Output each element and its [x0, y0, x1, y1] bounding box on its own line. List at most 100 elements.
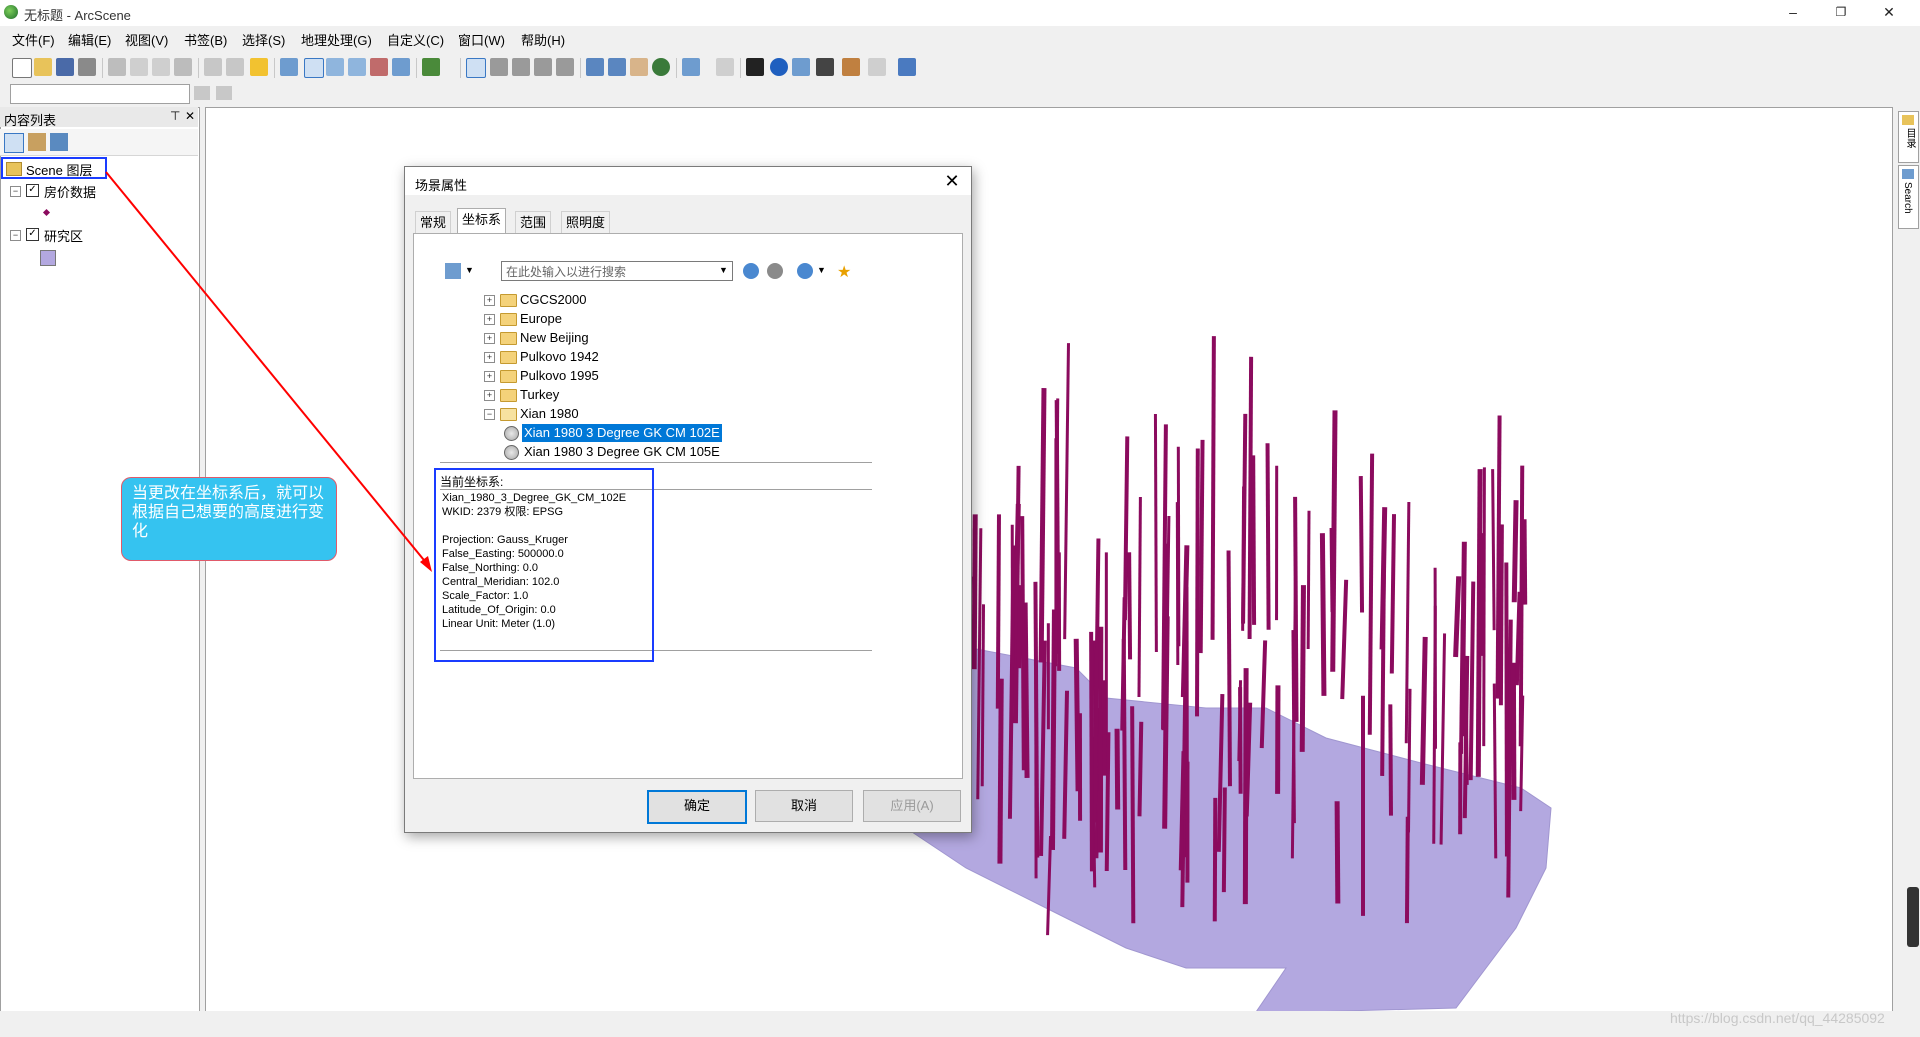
- layer-icon[interactable]: [326, 58, 344, 76]
- menu-view[interactable]: 视图(V): [125, 30, 168, 49]
- layer-checkbox[interactable]: ✓: [26, 184, 39, 197]
- close-button[interactable]: ✕: [1866, 0, 1912, 26]
- find-icon[interactable]: [816, 58, 834, 76]
- open-folder-icon[interactable]: [34, 58, 52, 76]
- toolbox-icon[interactable]: [370, 58, 388, 76]
- layer-collapse-icon[interactable]: −: [10, 186, 21, 197]
- print-icon[interactable]: [78, 58, 96, 76]
- tree-node-label[interactable]: Pulkovo 1942: [520, 348, 599, 366]
- cut-icon[interactable]: [108, 58, 126, 76]
- expand-icon[interactable]: +: [484, 314, 495, 325]
- layer-name[interactable]: 研究区: [44, 226, 83, 245]
- full-extent-icon[interactable]: [652, 58, 670, 76]
- tree-node-label[interactable]: Turkey: [520, 386, 559, 404]
- menu-geoprocessing[interactable]: 地理处理(G): [301, 30, 372, 49]
- tab-general[interactable]: 常规: [415, 211, 452, 234]
- expand-icon[interactable]: +: [484, 371, 495, 382]
- tab-extent[interactable]: 范围: [515, 211, 552, 234]
- menu-help[interactable]: 帮助(H): [521, 30, 565, 49]
- tree-node-label[interactable]: Pulkovo 1995: [520, 367, 599, 385]
- globe-icon[interactable]: [797, 263, 813, 279]
- tree-node-label[interactable]: Xian 1980 3 Degree GK CM 105E: [524, 443, 720, 461]
- select-elements-icon[interactable]: [746, 58, 764, 76]
- menu-customize[interactable]: 自定义(C): [387, 30, 444, 49]
- delete-icon[interactable]: [174, 58, 192, 76]
- animation-icon[interactable]: [868, 58, 886, 76]
- pin-icon[interactable]: ⊤: [170, 109, 180, 123]
- ok-button[interactable]: 确定: [647, 790, 747, 824]
- search-tab[interactable]: Search: [1898, 165, 1919, 229]
- restore-button[interactable]: ❐: [1818, 0, 1864, 26]
- favorite-icon[interactable]: ★: [837, 262, 851, 282]
- polygon-symbol-icon[interactable]: [40, 250, 56, 266]
- search-input[interactable]: 在此处输入以进行搜索: [501, 261, 733, 281]
- tree-node-label[interactable]: New Beijing: [520, 329, 589, 347]
- measure-icon[interactable]: [842, 58, 860, 76]
- zoom-to-target-icon[interactable]: [534, 58, 552, 76]
- toc-close-icon[interactable]: ✕: [185, 109, 195, 123]
- list-by-source-icon[interactable]: [28, 133, 46, 151]
- filter-dropdown-icon[interactable]: ▼: [465, 265, 474, 275]
- save-icon[interactable]: [56, 58, 74, 76]
- layer-collapse-icon[interactable]: −: [10, 230, 21, 241]
- collapse-icon[interactable]: −: [484, 409, 495, 420]
- tree-node-label[interactable]: Europe: [520, 310, 562, 328]
- expand-icon[interactable]: +: [484, 352, 495, 363]
- search-icon[interactable]: [743, 263, 759, 279]
- expand-icon[interactable]: +: [484, 390, 495, 401]
- tree-node-label[interactable]: Xian 1980: [520, 405, 579, 423]
- menu-selection[interactable]: 选择(S): [242, 30, 285, 49]
- tab-illumination[interactable]: 照明度: [561, 211, 611, 234]
- catalog-tab[interactable]: 目录: [1898, 111, 1919, 163]
- clear-selection-icon[interactable]: [716, 58, 734, 76]
- layer-tool-icon[interactable]: [194, 86, 210, 100]
- view-icon[interactable]: [348, 58, 366, 76]
- 3d-analyst-icon[interactable]: [898, 58, 916, 76]
- layer-name[interactable]: 房价数据: [44, 182, 96, 201]
- apply-button[interactable]: 应用(A): [863, 790, 961, 822]
- globe-dropdown-icon[interactable]: ▼: [817, 265, 826, 275]
- layer-tool-2-icon[interactable]: [216, 86, 232, 100]
- target-icon[interactable]: [512, 58, 530, 76]
- scene-properties-icon[interactable]: [304, 58, 324, 78]
- list-by-drawing-order-icon[interactable]: [4, 133, 24, 153]
- expand-icon[interactable]: +: [484, 295, 495, 306]
- filter-icon[interactable]: [445, 263, 461, 279]
- new-document-icon[interactable]: [12, 58, 32, 78]
- dialog-close-button[interactable]: ✕: [939, 169, 965, 193]
- copy-icon[interactable]: [130, 58, 148, 76]
- fly-icon[interactable]: [490, 58, 508, 76]
- cancel-button[interactable]: 取消: [755, 790, 853, 822]
- tree-node-label[interactable]: CGCS2000: [520, 291, 586, 309]
- zoom-out-icon[interactable]: [608, 58, 626, 76]
- layer-checkbox[interactable]: ✓: [26, 228, 39, 241]
- html-popup-icon[interactable]: [792, 58, 810, 76]
- menu-edit[interactable]: 编辑(E): [68, 30, 111, 49]
- map-document-icon[interactable]: [280, 58, 298, 76]
- identify-icon[interactable]: [770, 58, 788, 76]
- undo-icon[interactable]: [204, 58, 222, 76]
- redo-icon[interactable]: [226, 58, 244, 76]
- tab-coordinate-system[interactable]: 坐标系: [457, 208, 507, 235]
- tree-node-label[interactable]: Xian 1980 3 Degree GK CM 102E: [522, 424, 722, 442]
- minimize-button[interactable]: –: [1770, 0, 1816, 26]
- pan-icon[interactable]: [630, 58, 648, 76]
- paste-icon[interactable]: [152, 58, 170, 76]
- menu-file[interactable]: 文件(F): [12, 30, 55, 49]
- model-builder-icon[interactable]: [422, 58, 440, 76]
- menu-windows[interactable]: 窗口(W): [458, 30, 505, 49]
- window-icon[interactable]: [392, 58, 410, 76]
- catalog-label: 目录: [1904, 128, 1915, 148]
- search-dropdown-icon[interactable]: ▼: [719, 265, 728, 275]
- expand-icon[interactable]: +: [484, 333, 495, 344]
- center-on-target-icon[interactable]: [556, 58, 574, 76]
- layer-dropdown[interactable]: [10, 84, 190, 104]
- clear-search-icon[interactable]: [767, 263, 783, 279]
- menu-bookmarks[interactable]: 书签(B): [184, 30, 227, 49]
- select-features-icon[interactable]: [682, 58, 700, 76]
- add-data-icon[interactable]: [250, 58, 268, 76]
- zoom-in-icon[interactable]: [586, 58, 604, 76]
- list-by-visibility-icon[interactable]: [50, 133, 68, 151]
- navigate-icon[interactable]: [466, 58, 486, 78]
- scrollbar-thumb[interactable]: [1907, 887, 1919, 947]
